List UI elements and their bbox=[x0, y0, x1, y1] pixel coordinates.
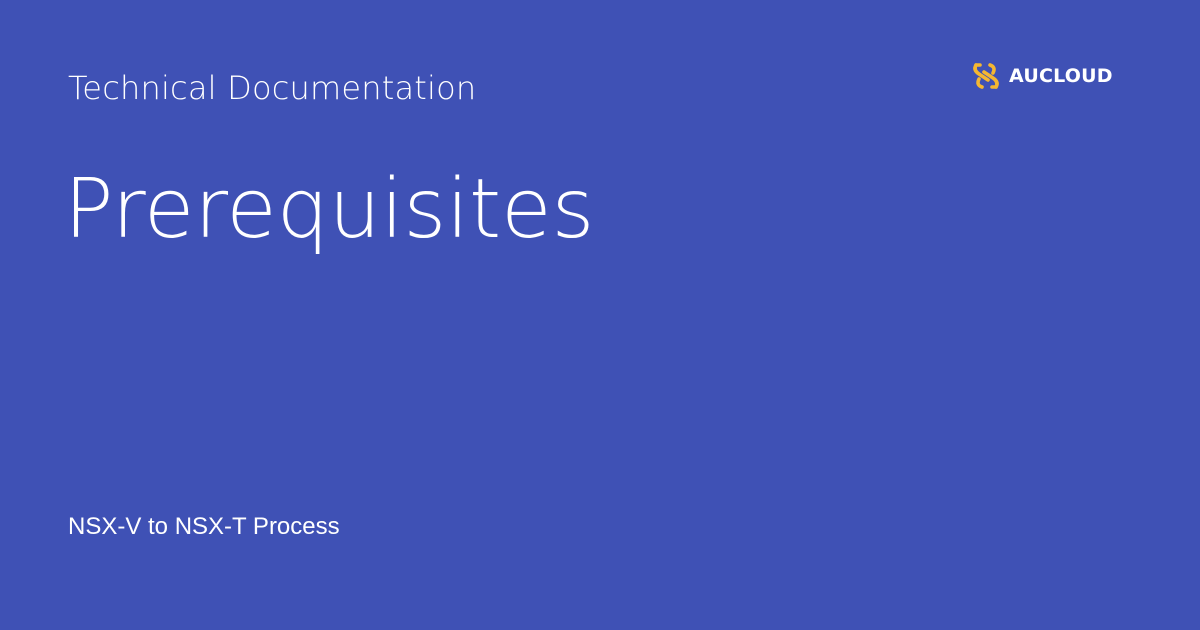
section-label: Technical Documentation bbox=[68, 69, 477, 107]
brand-name: AUCLOUD bbox=[1009, 65, 1113, 87]
page-subtitle: NSX-V to NSX-T Process bbox=[68, 513, 340, 540]
page-title: Prerequisites bbox=[64, 162, 595, 257]
social-card: Technical Documentation AUCLOUD Prerequi… bbox=[0, 0, 1200, 630]
brand-logo: AUCLOUD bbox=[970, 59, 1113, 93]
aucloud-logo-icon bbox=[973, 63, 999, 89]
